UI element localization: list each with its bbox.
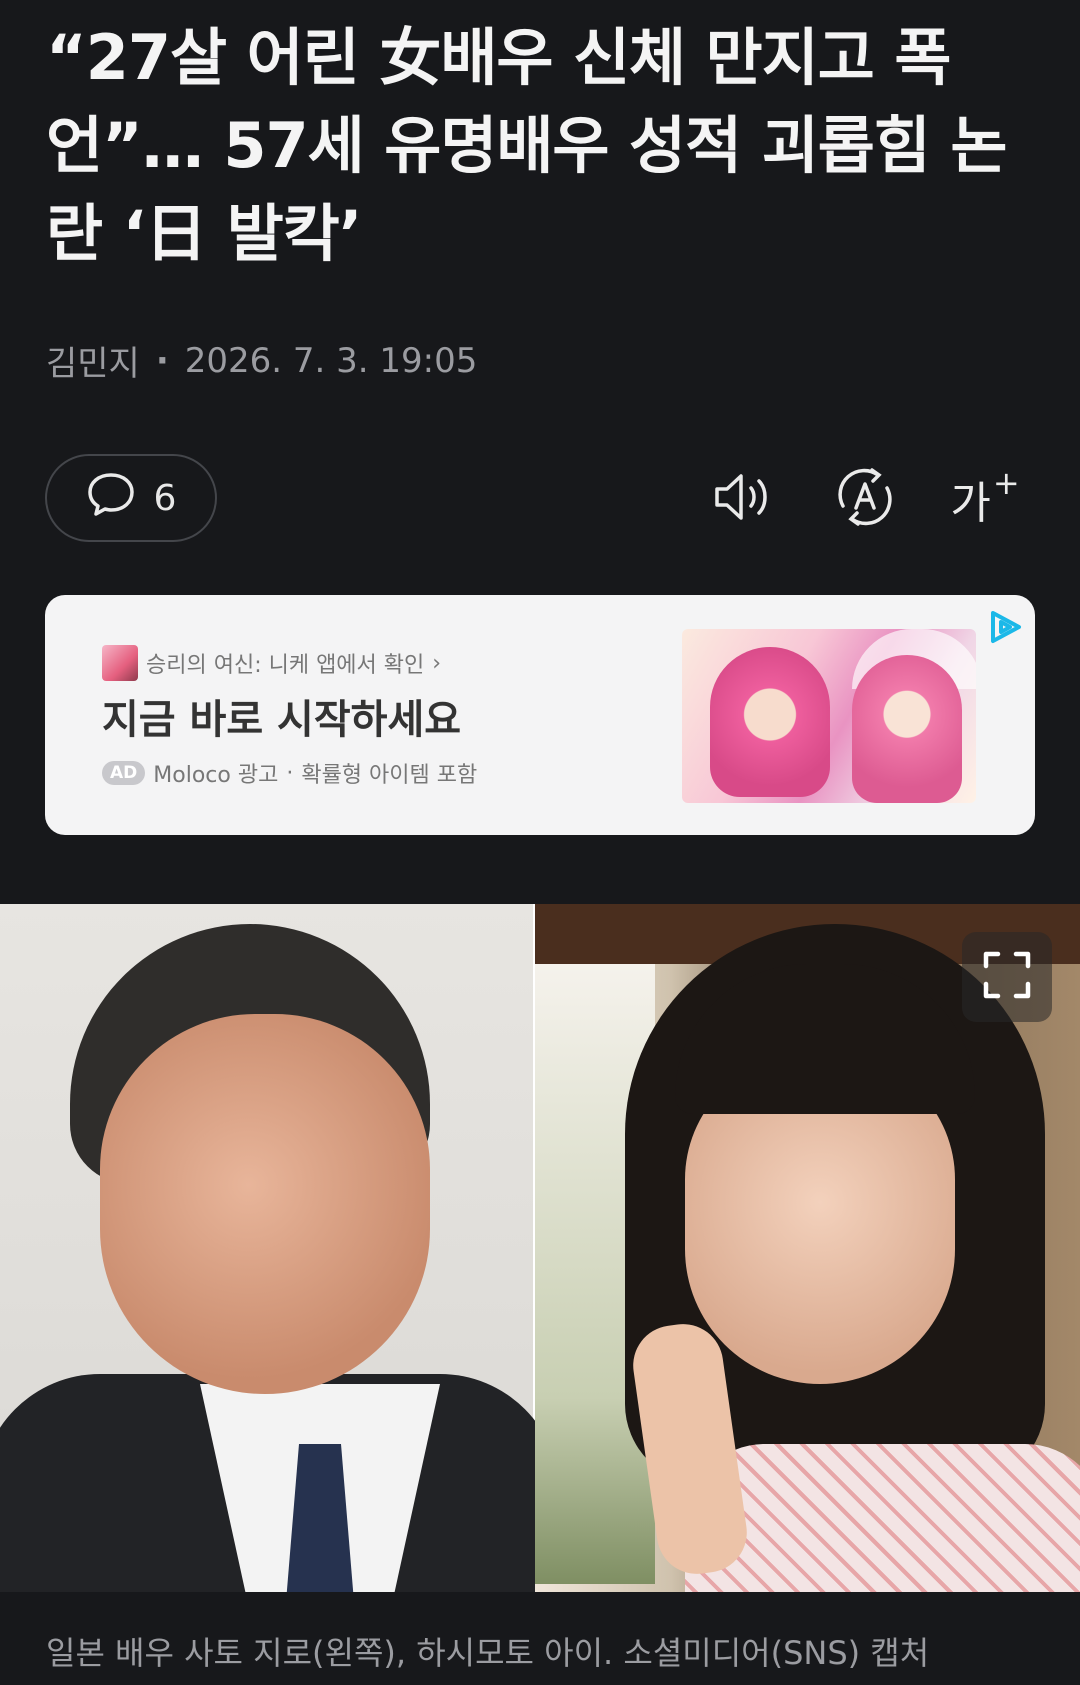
comment-icon <box>86 471 136 526</box>
meta-separator: · <box>155 340 169 381</box>
photo-left-actor <box>0 904 560 1592</box>
comment-count: 6 <box>153 477 177 519</box>
photo-right-actress <box>535 904 1080 1592</box>
publish-datetime: 2026. 7. 3. 19:05 <box>184 340 478 381</box>
ad-character-2 <box>852 655 962 803</box>
advertisement-card[interactable]: 승리의 여신: 니케 앱에서 확인 › 지금 바로 시작하세요 AD Moloc… <box>45 595 1035 835</box>
ad-title[interactable]: 지금 바로 시작하세요 <box>102 687 461 745</box>
ad-app-thumbnail <box>102 645 138 681</box>
chevron-right-icon: › <box>432 650 442 676</box>
font-size-plus: + <box>992 464 1020 503</box>
ad-footer: AD Moloco 광고 · 확률형 아이템 포함 <box>102 757 477 789</box>
expand-icon <box>982 950 1032 1004</box>
translate-icon <box>834 466 896 532</box>
translate-button[interactable] <box>830 464 900 534</box>
article-meta: 김민지 · 2026. 7. 3. 19:05 <box>46 336 477 385</box>
ad-image[interactable] <box>682 629 976 803</box>
comment-button[interactable]: 6 <box>45 454 217 542</box>
article-headline: “27살 어린 女배우 신체 만지고 폭언”… 57세 유명배우 성적 괴롭힘 … <box>46 21 1007 270</box>
speaker-icon <box>711 469 775 529</box>
font-size-button[interactable]: 가+ <box>950 464 1020 534</box>
fullscreen-button[interactable] <box>962 932 1052 1022</box>
ad-badge: AD <box>102 761 146 785</box>
ad-source-text: 승리의 여신: 니케 앱에서 확인 <box>146 653 425 678</box>
photo-caption: 일본 배우 사토 지로(왼쪽), 하시모토 아이. 소셜미디어(SNS) 캡처 <box>46 1634 930 1672</box>
font-size-label: 가 <box>950 478 991 529</box>
adchoices-icon[interactable] <box>985 607 1025 651</box>
ad-note: 확률형 아이템 포함 <box>301 763 478 788</box>
photo-face-left <box>100 1014 430 1394</box>
font-size-icon: 가+ <box>950 464 1020 531</box>
ad-note-separator: · <box>286 760 294 786</box>
ad-source-link[interactable]: 승리의 여신: 니케 앱에서 확인 › <box>102 645 441 681</box>
ad-character-1 <box>710 647 830 797</box>
author-name[interactable]: 김민지 <box>46 336 140 385</box>
ad-advertiser: Moloco 광고 <box>153 763 279 788</box>
listen-button[interactable] <box>708 464 778 534</box>
article-photo[interactable] <box>0 904 1080 1592</box>
